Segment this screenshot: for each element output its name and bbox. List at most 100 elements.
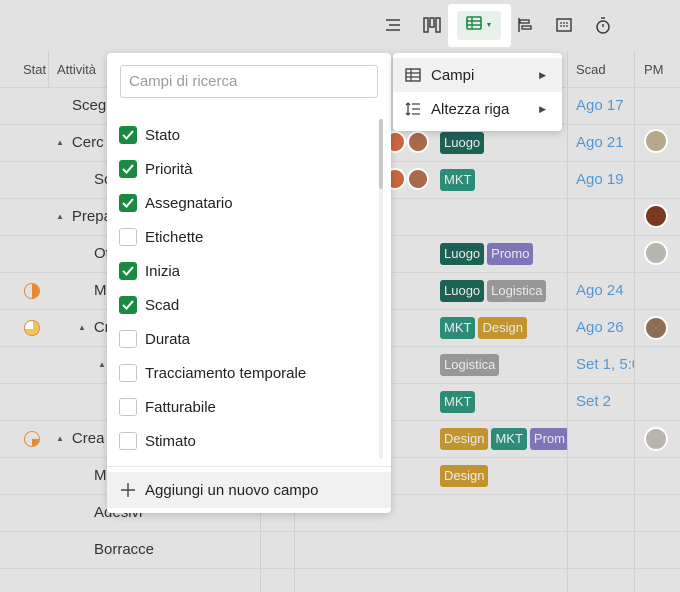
field-option-label: Assegnatario bbox=[145, 194, 233, 212]
status-progress-icon[interactable] bbox=[24, 320, 40, 336]
due-date[interactable]: Ago 24 bbox=[576, 282, 624, 299]
menu-item-altezza-riga[interactable]: Altezza riga ▶ bbox=[393, 92, 562, 126]
checkbox-unchecked-icon[interactable] bbox=[119, 228, 137, 246]
gantt-view-icon[interactable] bbox=[512, 11, 538, 39]
checkbox-checked-icon[interactable] bbox=[119, 194, 137, 212]
collapse-arrow-icon[interactable]: ▲ bbox=[56, 138, 64, 147]
tag-label[interactable]: MKT bbox=[491, 427, 527, 450]
checkbox-checked-icon[interactable] bbox=[119, 262, 137, 280]
task-name[interactable]: M bbox=[94, 457, 107, 494]
pm-avatar[interactable] bbox=[644, 427, 668, 451]
menu-item-campi[interactable]: Campi ▶ bbox=[393, 58, 562, 92]
collapse-arrow-icon[interactable]: ▲ bbox=[78, 323, 86, 332]
field-option-stato[interactable]: Stato bbox=[119, 118, 180, 152]
tag-label[interactable]: Design bbox=[440, 427, 489, 450]
due-date[interactable]: Ago 19 bbox=[576, 171, 624, 188]
avatar[interactable] bbox=[407, 131, 429, 153]
column-header-scad[interactable]: Scad bbox=[576, 51, 606, 87]
field-option-durata[interactable]: Durata bbox=[119, 322, 190, 356]
field-option-scad[interactable]: Scad bbox=[119, 288, 179, 322]
pm-avatar[interactable] bbox=[644, 204, 668, 228]
add-field-button[interactable]: Aggiungi un nuovo campo bbox=[107, 472, 391, 508]
row-divider bbox=[0, 568, 680, 569]
table-view-button[interactable]: ▼ bbox=[457, 11, 501, 40]
avatar[interactable] bbox=[407, 168, 429, 190]
field-option-label: Stimato bbox=[145, 432, 196, 450]
pm-avatar[interactable] bbox=[644, 316, 668, 340]
due-date[interactable]: Set 2 bbox=[576, 393, 611, 410]
tag-label[interactable]: Design bbox=[478, 316, 527, 339]
pm-avatar[interactable] bbox=[644, 129, 668, 153]
due-date[interactable]: Set 1, 5:0 bbox=[576, 356, 634, 373]
tag-label[interactable]: Logistica bbox=[440, 353, 500, 376]
collapse-arrow-icon[interactable]: ▲ bbox=[56, 212, 64, 221]
column-header-pm[interactable]: PM bbox=[644, 51, 664, 87]
tag-label[interactable]: Logistica bbox=[487, 279, 547, 302]
timer-icon[interactable] bbox=[590, 11, 616, 39]
menu-item-label: Campi bbox=[431, 66, 475, 84]
tag-label[interactable]: Luogo bbox=[440, 242, 485, 265]
tag-label[interactable]: MKT bbox=[440, 390, 476, 413]
column-header-stato[interactable]: Stat bbox=[23, 51, 46, 87]
chevron-right-icon: ▶ bbox=[539, 69, 546, 80]
field-option-label: Etichette bbox=[145, 228, 204, 246]
pm-avatar[interactable] bbox=[644, 241, 668, 265]
field-option-label: Durata bbox=[145, 330, 191, 348]
field-option-inizia[interactable]: Inizia bbox=[119, 254, 180, 288]
list-view-icon[interactable] bbox=[380, 11, 406, 39]
field-option-label: Tracciamento temporale bbox=[145, 364, 307, 382]
plus-icon bbox=[121, 483, 135, 497]
tag-label[interactable]: Luogo bbox=[440, 279, 485, 302]
task-name[interactable]: Sceg bbox=[72, 87, 106, 124]
status-quarter-icon[interactable] bbox=[24, 431, 40, 447]
status-half-icon[interactable] bbox=[24, 283, 40, 299]
tag-label[interactable]: Prom bbox=[529, 427, 567, 450]
field-option-label: Stato bbox=[145, 126, 181, 144]
task-name[interactable]: Prepa bbox=[72, 208, 112, 225]
checkbox-checked-icon[interactable] bbox=[119, 126, 137, 144]
task-name[interactable]: Crea bbox=[72, 430, 105, 447]
checkbox-unchecked-icon[interactable] bbox=[119, 398, 137, 416]
field-option-assegnatario[interactable]: Assegnatario bbox=[119, 186, 233, 220]
collapse-arrow-icon[interactable]: ▲ bbox=[56, 434, 64, 443]
task-name[interactable]: Cerc bbox=[72, 134, 104, 151]
board-view-icon[interactable] bbox=[419, 11, 445, 39]
tag-label[interactable]: Design bbox=[440, 464, 489, 487]
field-option-stimato[interactable]: Stimato bbox=[119, 424, 196, 458]
column-divider bbox=[48, 51, 49, 87]
task-name[interactable]: M bbox=[94, 272, 107, 309]
tag-label[interactable]: Promo bbox=[487, 242, 534, 265]
due-date[interactable]: Ago 26 bbox=[576, 319, 624, 336]
task-name[interactable]: Borracce bbox=[94, 531, 154, 568]
menu-item-label: Altezza riga bbox=[431, 100, 510, 118]
row-height-icon bbox=[405, 102, 421, 116]
fields-dropdown: Stato Priorità Assegnatario Etichette In… bbox=[107, 53, 391, 513]
collapse-arrow-icon[interactable]: ▲ bbox=[98, 360, 106, 369]
checkbox-unchecked-icon[interactable] bbox=[119, 330, 137, 348]
scrollbar-thumb[interactable] bbox=[379, 119, 383, 189]
field-search-input[interactable] bbox=[120, 65, 378, 98]
table-icon bbox=[405, 68, 421, 82]
calendar-view-icon[interactable] bbox=[551, 11, 577, 39]
column-divider bbox=[634, 51, 635, 592]
chevron-down-icon: ▼ bbox=[485, 22, 493, 29]
table-view-icon bbox=[465, 16, 482, 35]
chevron-right-icon: ▶ bbox=[539, 103, 546, 114]
due-date[interactable]: Ago 17 bbox=[576, 97, 624, 114]
view-options-menu: Campi ▶ Altezza riga ▶ bbox=[393, 53, 562, 131]
field-option-tracciamento-temporale[interactable]: Tracciamento temporale bbox=[119, 356, 306, 390]
checkbox-checked-icon[interactable] bbox=[119, 296, 137, 314]
checkbox-unchecked-icon[interactable] bbox=[119, 364, 137, 382]
tag-label[interactable]: MKT bbox=[440, 316, 476, 339]
column-divider bbox=[567, 51, 568, 592]
column-header-attivita[interactable]: Attività bbox=[57, 51, 96, 87]
checkbox-unchecked-icon[interactable] bbox=[119, 432, 137, 450]
field-option-fatturabile[interactable]: Fatturabile bbox=[119, 390, 216, 424]
field-option-priorita[interactable]: Priorità bbox=[119, 152, 193, 186]
tag-label[interactable]: MKT bbox=[440, 168, 476, 191]
tag-label[interactable]: Luogo bbox=[440, 131, 485, 154]
field-option-label: Inizia bbox=[145, 262, 181, 280]
field-option-etichette[interactable]: Etichette bbox=[119, 220, 203, 254]
checkbox-checked-icon[interactable] bbox=[119, 160, 137, 178]
due-date[interactable]: Ago 21 bbox=[576, 134, 624, 151]
